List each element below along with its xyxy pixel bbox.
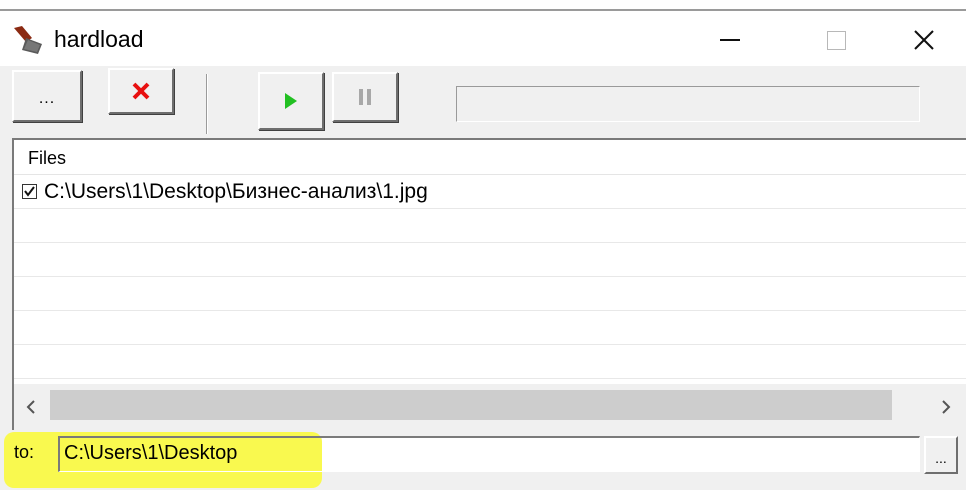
top-strip bbox=[0, 0, 966, 14]
empty-row bbox=[14, 277, 966, 311]
red-x-icon bbox=[132, 82, 150, 100]
destination-label: to: bbox=[14, 442, 35, 462]
checkmark-icon bbox=[24, 186, 35, 197]
chevron-left-icon bbox=[26, 400, 35, 414]
shovel-icon bbox=[14, 26, 42, 54]
files-column-header[interactable]: Files bbox=[14, 140, 966, 175]
files-header-label: Files bbox=[28, 148, 67, 168]
scroll-right-button[interactable] bbox=[926, 384, 966, 430]
scroll-thumb[interactable] bbox=[50, 390, 892, 420]
empty-row bbox=[14, 209, 966, 243]
files-list[interactable]: Files C:\Users\1\Desktop\Бизнес-анализ\1… bbox=[12, 138, 966, 430]
browse-label: ... bbox=[935, 450, 947, 466]
horizontal-scrollbar[interactable] bbox=[14, 384, 966, 430]
browse-button[interactable]: ... bbox=[924, 436, 958, 474]
file-checkbox[interactable] bbox=[22, 184, 37, 199]
close-button[interactable] bbox=[884, 14, 964, 66]
pause-button[interactable] bbox=[332, 72, 398, 122]
scroll-left-button[interactable] bbox=[14, 384, 48, 430]
play-icon bbox=[285, 93, 297, 109]
minimize-icon bbox=[720, 39, 740, 41]
empty-row bbox=[14, 345, 966, 379]
chevron-right-icon bbox=[942, 400, 951, 414]
file-rows: C:\Users\1\Desktop\Бизнес-анализ\1.jpg bbox=[14, 175, 966, 379]
toolbar-separator bbox=[206, 74, 208, 134]
add-files-button[interactable]: ... bbox=[12, 70, 82, 122]
pause-icon bbox=[359, 89, 371, 105]
empty-row bbox=[14, 311, 966, 345]
destination-field[interactable]: C:\Users\1\Desktop bbox=[58, 436, 920, 472]
maximize-icon bbox=[826, 30, 846, 50]
delete-button[interactable] bbox=[108, 68, 174, 114]
minimize-button[interactable] bbox=[690, 14, 770, 66]
close-icon bbox=[914, 30, 934, 50]
start-button[interactable] bbox=[258, 72, 324, 130]
file-path: C:\Users\1\Desktop\Бизнес-анализ\1.jpg bbox=[44, 180, 428, 203]
window-title: hardload bbox=[54, 26, 144, 52]
top-divider bbox=[0, 9, 966, 11]
list-item[interactable]: C:\Users\1\Desktop\Бизнес-анализ\1.jpg bbox=[14, 175, 966, 209]
empty-row bbox=[14, 243, 966, 277]
maximize-button[interactable] bbox=[796, 14, 876, 66]
progress-bar bbox=[456, 86, 920, 122]
add-files-label: ... bbox=[38, 90, 56, 107]
